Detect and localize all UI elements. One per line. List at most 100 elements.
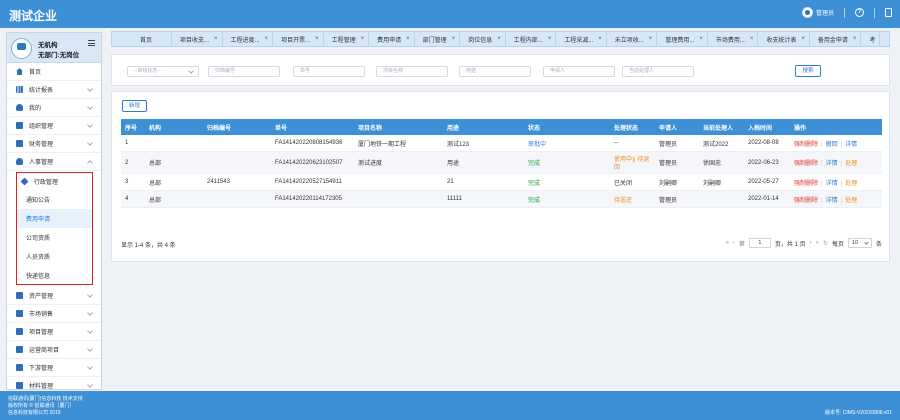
admin-label[interactable]: 管理员 [816,8,834,17]
tab-petty-cash[interactable]: 备用金申请 × [810,32,862,46]
sidebar-item-reports[interactable]: 统计报表 [7,81,101,99]
per-page-select[interactable]: 10 [847,238,872,248]
submenu-item-company-qual[interactable]: 公司资质 [17,228,92,247]
close-icon[interactable]: × [265,36,269,42]
close-icon[interactable]: × [452,36,456,42]
status-select[interactable]: --审核状态-- [127,66,199,77]
tabs-bar: 首页 项目收支... × 工程进度... × 项目开票... × 工程管理 × 费用申请… [111,31,890,47]
close-icon[interactable]: × [548,36,552,42]
submenu-title[interactable]: 行政管理 [17,173,92,190]
close-icon[interactable]: × [750,36,754,42]
submenu-item-expense[interactable]: 费用申请 [17,209,92,228]
row-actions: 强制删除 | 详情 | 处理 [794,197,858,204]
withdraw-link[interactable]: 撤回 [826,142,838,148]
close-icon[interactable]: × [497,36,501,42]
detail-link[interactable]: 详情 [826,161,838,167]
pagination: 显示 1-4 条，共 4 条 « ‹ 第 1 页，共 1 页 › » ↻ 每页 … [121,238,882,250]
table-row[interactable]: 1 FA141420220808154936 厦门地铁一期工程 测试123 审批… [121,135,882,152]
tab-home[interactable]: 首页 [112,32,172,46]
tab-more[interactable]: 考 [861,32,881,46]
sidebar-item-market[interactable]: 市场销售 [7,305,101,323]
table-header: 序号 机构 归档编号 单号 项目名称 用途 状态 处理状态 申请人 当前处理人 … [121,119,882,135]
table-row[interactable]: 2 总部 FA141420220623102507 测试进度 用途 完成 使用中… [121,152,882,174]
applicant-input[interactable]: 申请人 [543,66,615,77]
tab-stats[interactable]: 收支统计表 × [758,32,810,46]
tab-project-income[interactable]: 项目收支... × [172,32,223,46]
project-name-input[interactable]: 项目名称 [376,66,448,77]
admin-avatar-icon[interactable] [801,7,813,18]
tab-expense[interactable]: 费用申请 × [369,32,415,46]
submenu-item-notice[interactable]: 通知公告 [17,190,92,209]
detail-link[interactable]: 详情 [826,198,838,204]
purpose-input[interactable]: 用途 [459,66,531,77]
org-logo-icon [11,38,32,59]
refresh-icon[interactable]: ↻ [823,240,828,247]
tab-internal[interactable]: 工程内部... × [506,32,557,46]
operator-icon [16,346,23,353]
next-page-icon[interactable]: › [810,240,812,246]
col-header: 序号 [125,125,138,132]
process-link[interactable]: 处理 [845,198,857,204]
force-delete-link[interactable]: 强制删除 [794,161,818,167]
tab-progress[interactable]: 工程进度... × [223,32,274,46]
close-icon[interactable]: × [406,36,410,42]
archive-no-input[interactable]: 归档编号 [208,66,280,77]
close-icon[interactable]: × [598,36,602,42]
force-delete-link[interactable]: 强制删除 [794,198,818,204]
question-icon[interactable]: ? [855,8,864,17]
chevron-down-icon [87,346,93,352]
page-input[interactable]: 1 [748,238,771,248]
first-page-icon[interactable]: « [726,240,729,246]
force-delete-link[interactable]: 强制删除 [794,142,818,148]
table-row[interactable]: 3 总部 2411543 FA141420220527154911 21 完成 … [121,174,882,191]
chevron-up-icon [87,160,93,166]
sidebar-item-finance[interactable]: 财务管理 [7,135,101,153]
detail-link[interactable]: 详情 [845,142,857,148]
menu-toggle-icon[interactable] [88,40,95,46]
tab-position[interactable]: 岗位信息 × [460,32,506,46]
add-button[interactable]: 新增 [122,100,147,112]
col-header: 项目名称 [358,125,383,132]
sidebar: 无机构 无部门:无岗位 首页 统计报表 我的 组织管理 财务管理 人事管理 行政… [6,32,102,390]
close-icon[interactable]: × [649,36,653,42]
close-icon[interactable]: × [214,36,218,42]
last-page-icon[interactable]: » [816,240,819,246]
tab-unapproved[interactable]: 未立项收... × [607,32,658,46]
close-icon[interactable]: × [315,36,319,42]
sidebar-item-hr[interactable]: 人事管理 [7,153,101,171]
sidebar-item-assets[interactable]: 资产管理 [7,287,101,305]
process-link[interactable]: 处理 [845,161,857,167]
submenu-item-express[interactable]: 快递信息 [17,266,92,285]
close-icon[interactable]: × [361,36,365,42]
chevron-down-icon [87,310,93,316]
force-delete-link[interactable]: 强制删除 [794,181,818,187]
process-link[interactable]: 处理 [845,181,857,187]
close-icon[interactable]: × [699,36,703,42]
sidebar-item-project[interactable]: 项目管理 [7,323,101,341]
sidebar-item-downstream[interactable]: 下游管理 [7,359,101,377]
diamond-icon [20,177,29,186]
table-row[interactable]: 4 总部 FA141420220114172305 11111 完成 待送还 管… [121,191,882,208]
tab-purchase[interactable]: 工程采减... × [556,32,607,46]
close-icon[interactable]: × [801,36,805,42]
tab-engineering[interactable]: 工程管理 × [324,32,370,46]
tab-department[interactable]: 部门管理 × [415,32,461,46]
tab-market-fee[interactable]: 市场费用... × [708,32,759,46]
tab-mgmt-fee[interactable]: 管理费用... × [657,32,708,46]
sidebar-item-mine[interactable]: 我的 [7,99,101,117]
sidebar-item-home[interactable]: 首页 [7,63,101,81]
sidebar-item-operator[interactable]: 运营商项目 [7,341,101,359]
fullscreen-icon[interactable] [885,8,892,17]
page-suffix: 页，共 1 页 [774,241,806,248]
per-page-suffix: 条 [875,241,882,248]
order-no-input[interactable]: 单号 [293,66,365,77]
detail-link[interactable]: 详情 [826,181,838,187]
tab-invoice[interactable]: 项目开票... × [273,32,324,46]
sidebar-item-org[interactable]: 组织管理 [7,117,101,135]
close-icon[interactable]: × [853,36,857,42]
prev-page-icon[interactable]: ‹ [733,240,735,246]
submenu-item-staff-qual[interactable]: 人员资质 [17,247,92,266]
handler-input[interactable]: 当前处理人 [622,66,694,77]
sidebar-item-material[interactable]: 材料管理 [7,377,101,389]
search-button[interactable]: 搜索 [795,65,821,77]
